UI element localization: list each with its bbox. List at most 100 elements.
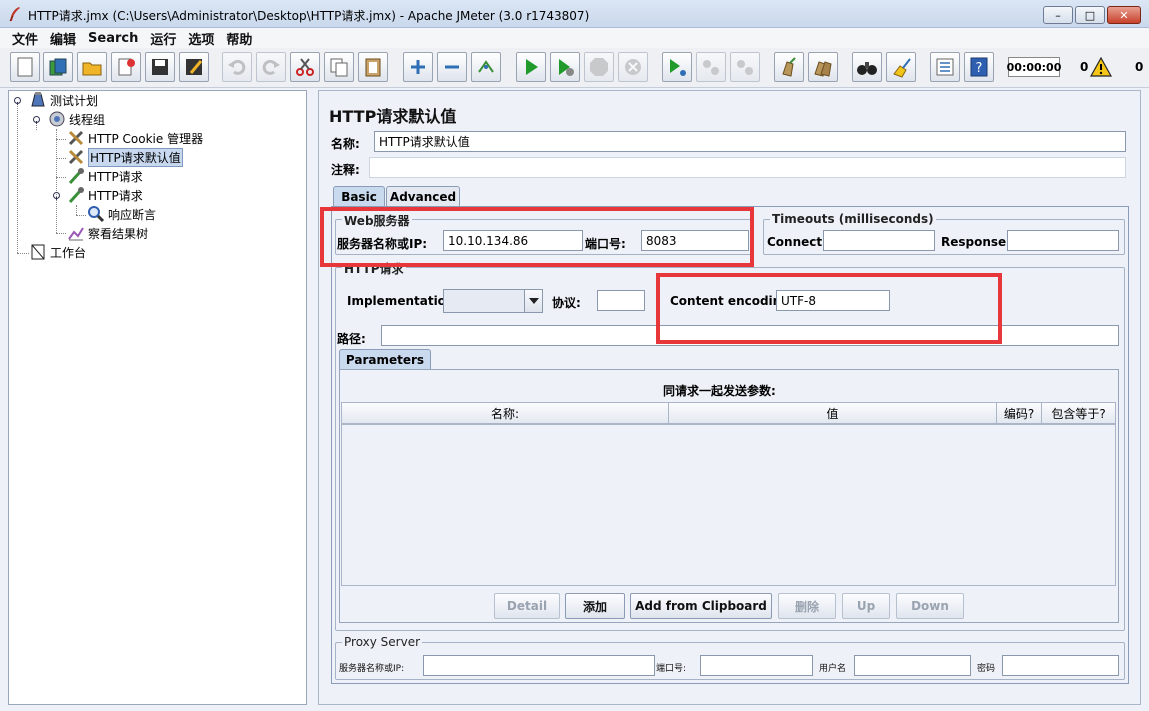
tree-item-test-plan[interactable]: 测试计划 xyxy=(29,91,98,109)
menu-bar: 文件 编辑 Search 运行 选项 帮助 xyxy=(0,28,1149,48)
menu-file[interactable]: 文件 xyxy=(6,29,44,48)
tree-item-response-assertion[interactable]: 响应断言 xyxy=(87,205,156,223)
chevron-down-icon[interactable] xyxy=(524,290,542,312)
column-header-include-equals[interactable]: 包含等于? xyxy=(1041,402,1116,424)
test-plan-tree: 测试计划 线程组 HTTP Cookie 管理器 HTTP请求默认值 HTTP请… xyxy=(8,90,307,705)
menu-help[interactable]: 帮助 xyxy=(220,29,258,48)
function-helper-button[interactable] xyxy=(930,52,960,82)
play-icon xyxy=(526,59,538,75)
binoculars-icon xyxy=(857,62,877,75)
response-timeout-field[interactable] xyxy=(1007,230,1119,251)
search-button[interactable] xyxy=(852,52,882,82)
tree-item-label: 测试计划 xyxy=(50,93,99,108)
tree-item-cookie-manager[interactable]: HTTP Cookie 管理器 xyxy=(67,129,203,147)
column-header-encode[interactable]: 编码? xyxy=(996,402,1042,424)
start-button[interactable] xyxy=(516,52,546,82)
function-list-icon xyxy=(936,58,954,76)
redo-button[interactable] xyxy=(256,52,286,82)
tree-item-http-request-2[interactable]: HTTP请求 xyxy=(67,186,143,204)
proxy-server-field[interactable] xyxy=(423,655,655,676)
timeouts-title: Timeouts (milliseconds) xyxy=(770,212,936,226)
delete-button[interactable]: 删除 xyxy=(778,593,836,619)
save-button[interactable] xyxy=(145,52,175,82)
protocol-label: 协议: xyxy=(552,296,581,310)
minimize-button[interactable]: – xyxy=(1043,6,1073,24)
paste-button[interactable] xyxy=(358,52,388,82)
warning-icon[interactable] xyxy=(1090,57,1112,77)
tree-item-http-defaults[interactable]: HTTP请求默认值 xyxy=(67,147,183,167)
expand-toggle-icon[interactable] xyxy=(13,96,22,105)
detail-button[interactable]: Detail xyxy=(494,593,560,619)
title-bar: HTTP请求.jmx (C:\Users\Administrator\Deskt… xyxy=(0,0,1149,28)
implementation-select[interactable] xyxy=(443,289,543,313)
close-file-button[interactable] xyxy=(111,52,141,82)
open-button[interactable] xyxy=(77,52,107,82)
menu-edit[interactable]: 编辑 xyxy=(44,29,82,48)
tab-basic[interactable]: Basic xyxy=(333,186,385,206)
proxy-password-field[interactable] xyxy=(1002,655,1119,676)
close-button[interactable]: ✕ xyxy=(1107,6,1141,24)
proxy-port-field[interactable] xyxy=(700,655,813,676)
remote-start-button[interactable] xyxy=(662,52,692,82)
page-title: HTTP请求默认值 xyxy=(329,107,457,126)
save-as-button[interactable] xyxy=(179,52,209,82)
toolbar: ? 00:00:00 0 0 xyxy=(0,48,1149,88)
clear-button[interactable] xyxy=(774,52,804,82)
copy-button[interactable] xyxy=(324,52,354,82)
proxy-username-field[interactable] xyxy=(854,655,971,676)
connect-timeout-field[interactable] xyxy=(823,230,935,251)
broom-clear-all-icon xyxy=(814,61,832,77)
menu-search[interactable]: Search xyxy=(82,31,144,46)
stop-button[interactable] xyxy=(584,52,614,82)
shutdown-button[interactable] xyxy=(618,52,648,82)
test-plan-icon xyxy=(29,91,47,109)
jmeter-feather-icon xyxy=(9,7,20,22)
add-button[interactable]: 添加 xyxy=(565,593,625,619)
comment-field[interactable] xyxy=(369,157,1126,178)
remote-shutdown-button[interactable] xyxy=(730,52,760,82)
magnifier-icon xyxy=(87,205,105,223)
maximize-button[interactable]: □ xyxy=(1075,6,1105,24)
minus-icon xyxy=(445,65,459,69)
column-header-name[interactable]: 名称: xyxy=(341,402,669,424)
templates-icon xyxy=(49,58,67,76)
templates-button[interactable] xyxy=(43,52,73,82)
tab-advanced[interactable]: Advanced xyxy=(386,186,460,206)
protocol-field[interactable] xyxy=(597,290,645,311)
cut-button[interactable] xyxy=(290,52,320,82)
response-label: Response: xyxy=(941,235,1011,249)
tree-item-workbench[interactable]: 工作台 xyxy=(29,243,86,261)
elapsed-timer: 00:00:00 xyxy=(1007,57,1061,77)
tree-item-http-request-1[interactable]: HTTP请求 xyxy=(67,167,143,185)
expand-toggle-icon[interactable] xyxy=(32,115,41,124)
down-button[interactable]: Down xyxy=(896,593,964,619)
parameters-table-body[interactable] xyxy=(341,424,1116,586)
remote-stop-button[interactable] xyxy=(696,52,726,82)
help-book-icon: ? xyxy=(970,57,988,77)
tree-item-results-tree[interactable]: 察看结果树 xyxy=(67,224,148,242)
tab-parameters[interactable]: Parameters xyxy=(339,349,431,369)
clear-all-button[interactable] xyxy=(808,52,838,82)
undo-button[interactable] xyxy=(222,52,252,82)
proxy-port-label: 端口号: xyxy=(656,664,687,674)
toggle-button[interactable] xyxy=(471,52,501,82)
new-button[interactable] xyxy=(10,52,40,82)
connect-label: Connect: xyxy=(767,235,827,249)
reset-search-button[interactable] xyxy=(886,52,916,82)
start-no-pause-button[interactable] xyxy=(550,52,580,82)
help-button[interactable]: ? xyxy=(964,52,994,82)
pipette-icon xyxy=(67,186,85,204)
collapse-all-button[interactable] xyxy=(437,52,467,82)
add-from-clipboard-button[interactable]: Add from Clipboard xyxy=(630,593,772,619)
parameters-caption: 同请求一起发送参数: xyxy=(663,384,776,398)
tree-item-thread-group[interactable]: 线程组 xyxy=(48,110,105,128)
proxy-server-label: 服务器名称或IP: xyxy=(339,664,405,674)
up-button[interactable]: Up xyxy=(842,593,890,619)
toggle-icon xyxy=(478,60,494,73)
menu-options[interactable]: 选项 xyxy=(182,29,220,48)
expand-toggle-icon[interactable] xyxy=(52,191,61,200)
name-field[interactable]: HTTP请求默认值 xyxy=(374,131,1126,152)
column-header-value[interactable]: 值 xyxy=(668,402,997,424)
menu-run[interactable]: 运行 xyxy=(144,29,182,48)
expand-all-button[interactable] xyxy=(403,52,433,82)
